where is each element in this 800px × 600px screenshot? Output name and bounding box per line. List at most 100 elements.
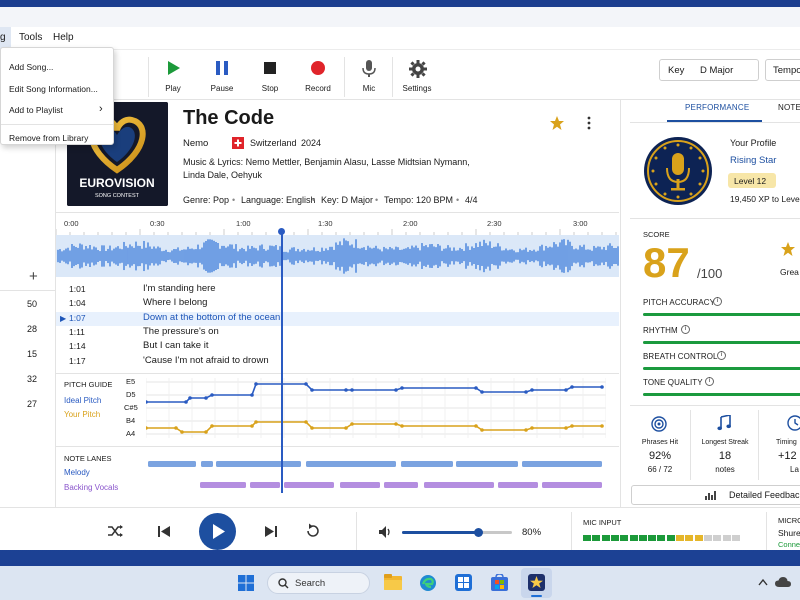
detailed-feedback-button[interactable]: Detailed Feedback — [631, 485, 800, 505]
your-pitch-line-point — [254, 420, 258, 424]
tempo-select[interactable]: Tempo — [765, 59, 800, 81]
ideal-pitch-line-point — [250, 393, 254, 397]
menu-help[interactable]: Help — [53, 32, 74, 43]
settings-button[interactable]: Settings — [394, 58, 440, 96]
volume-icon[interactable] — [379, 526, 393, 538]
menu-item-add-song[interactable]: Add Song... — [9, 62, 53, 72]
separator: • — [232, 195, 236, 205]
lyric-row[interactable]: 1:17 'Cause I'm not afraid to drown — [56, 355, 619, 369]
your-pitch-line-point — [204, 430, 208, 434]
melody-lane-label: Melody — [64, 468, 90, 477]
your-pitch-line-point — [524, 428, 528, 432]
shuffle-icon[interactable] — [107, 524, 123, 538]
volume-slider[interactable] — [402, 528, 512, 537]
mic-level-segment — [731, 535, 740, 541]
favorite-star-icon[interactable] — [549, 115, 565, 131]
info-icon[interactable]: i — [705, 377, 714, 386]
pause-icon — [216, 61, 228, 75]
ideal-pitch-line-point — [146, 400, 148, 404]
artist-name: Nemo — [183, 138, 209, 149]
ideal-pitch-line-point — [400, 386, 404, 390]
microsoft-store-icon[interactable] — [491, 574, 508, 591]
menu-item-edit-song-info[interactable]: Edit Song Information... — [9, 84, 98, 94]
microphone-label: MICRO — [778, 516, 800, 525]
playhead[interactable] — [281, 229, 283, 493]
add-button[interactable]: + — [29, 268, 38, 285]
menu-song-partial[interactable]: g — [0, 27, 11, 49]
melody-note-bar — [522, 461, 602, 467]
info-icon[interactable]: i — [713, 297, 722, 306]
lyric-row[interactable]: 1:01 I'm standing here — [56, 283, 619, 297]
backing-note-bar — [542, 482, 602, 488]
pause-button[interactable]: Pause — [199, 58, 245, 96]
menu-item-remove-from-library[interactable]: Remove from Library — [9, 133, 88, 143]
credits-line-1: Music & Lyrics: Nemo Mettler, Benjamin A… — [183, 157, 470, 167]
submenu-arrow-icon: › — [99, 103, 103, 115]
melody-note-bar — [456, 461, 518, 467]
your-pitch-line-point — [480, 428, 484, 432]
score-max: /100 — [697, 266, 723, 281]
waveform[interactable] — [56, 235, 619, 277]
year: 2024 — [301, 138, 322, 148]
xp-progress-text: 19,450 XP to Leve — [730, 194, 800, 204]
lyric-row[interactable]: ▶ 1:07 Down at the bottom of the ocean — [56, 311, 619, 326]
key-select[interactable]: Key D Major — [659, 59, 759, 81]
cloud-icon[interactable] — [775, 576, 791, 588]
edge-browser-icon[interactable] — [419, 574, 437, 592]
volume-slider-thumb[interactable] — [474, 528, 483, 537]
record-button[interactable]: Record — [295, 58, 341, 96]
main-play-button[interactable] — [199, 513, 236, 550]
windows-start-icon[interactable] — [238, 575, 254, 591]
lyric-row[interactable]: 1:11 The pressure's on — [56, 326, 619, 340]
lyric-text: 'Cause I'm not afraid to drown — [143, 354, 269, 366]
your-pitch-line-point — [304, 420, 308, 424]
key-select-value: D Major — [700, 65, 734, 76]
info-icon[interactable]: i — [717, 351, 726, 360]
mic-level-segment — [694, 535, 703, 541]
separator: • — [456, 195, 460, 205]
info-icon[interactable]: i — [681, 325, 690, 334]
repeat-icon[interactable] — [305, 523, 321, 539]
mic-level-segment — [610, 535, 619, 541]
ideal-pitch-line-point — [524, 390, 528, 394]
karaoke-app-taskbar-button[interactable] — [521, 568, 552, 598]
volume-percent: 80% — [522, 527, 542, 538]
backing-note-bar — [250, 482, 280, 488]
more-options-icon[interactable] — [585, 116, 593, 130]
melody-note-bar — [201, 461, 213, 467]
store-apps-icon[interactable] — [455, 574, 472, 591]
your-pitch-legend: Your Pitch — [64, 410, 101, 419]
lyric-row[interactable]: 1:14 But I can take it — [56, 340, 619, 354]
your-pitch-line — [146, 421, 602, 433]
timing-unit: La — [790, 465, 799, 474]
stop-label: Stop — [261, 84, 279, 93]
skill-label: BREATH CONTROL — [643, 352, 718, 361]
next-track-icon[interactable] — [264, 525, 278, 538]
file-explorer-icon[interactable] — [384, 574, 402, 590]
mic-button[interactable]: Mic — [346, 58, 392, 96]
play-button[interactable]: Play — [150, 58, 196, 96]
tab-notes[interactable]: NOTES — [778, 103, 800, 112]
menu-item-add-to-playlist[interactable]: Add to Playlist — [9, 105, 63, 115]
phrases-hit-count: 66 / 72 — [647, 465, 673, 474]
left-strip-value: 50 — [27, 299, 38, 309]
score-value: 87 — [643, 239, 690, 286]
phrases-hit-percent: 92% — [648, 450, 672, 462]
backing-note-bar — [284, 482, 334, 488]
lyric-row[interactable]: 1:04 Where I belong — [56, 297, 619, 311]
tab-performance[interactable]: PERFORMANCE — [685, 103, 749, 112]
stop-button[interactable]: Stop — [247, 58, 293, 96]
ideal-pitch-line-point — [184, 400, 188, 404]
music-note-icon — [717, 415, 731, 431]
your-pitch-line-point — [210, 424, 214, 428]
taskbar-search[interactable]: Search — [267, 572, 370, 594]
time-signature: 4/4 — [465, 195, 478, 205]
your-pitch-line-point — [570, 424, 574, 428]
playhead-handle[interactable] — [278, 228, 285, 235]
menu-tools[interactable]: Tools — [19, 32, 42, 43]
lyric-time: 1:17 — [69, 355, 86, 366]
language: Language: English — [241, 195, 316, 205]
chevron-up-icon[interactable] — [758, 578, 768, 586]
previous-track-icon[interactable] — [157, 525, 171, 538]
timing-label: Timing — [776, 439, 797, 446]
